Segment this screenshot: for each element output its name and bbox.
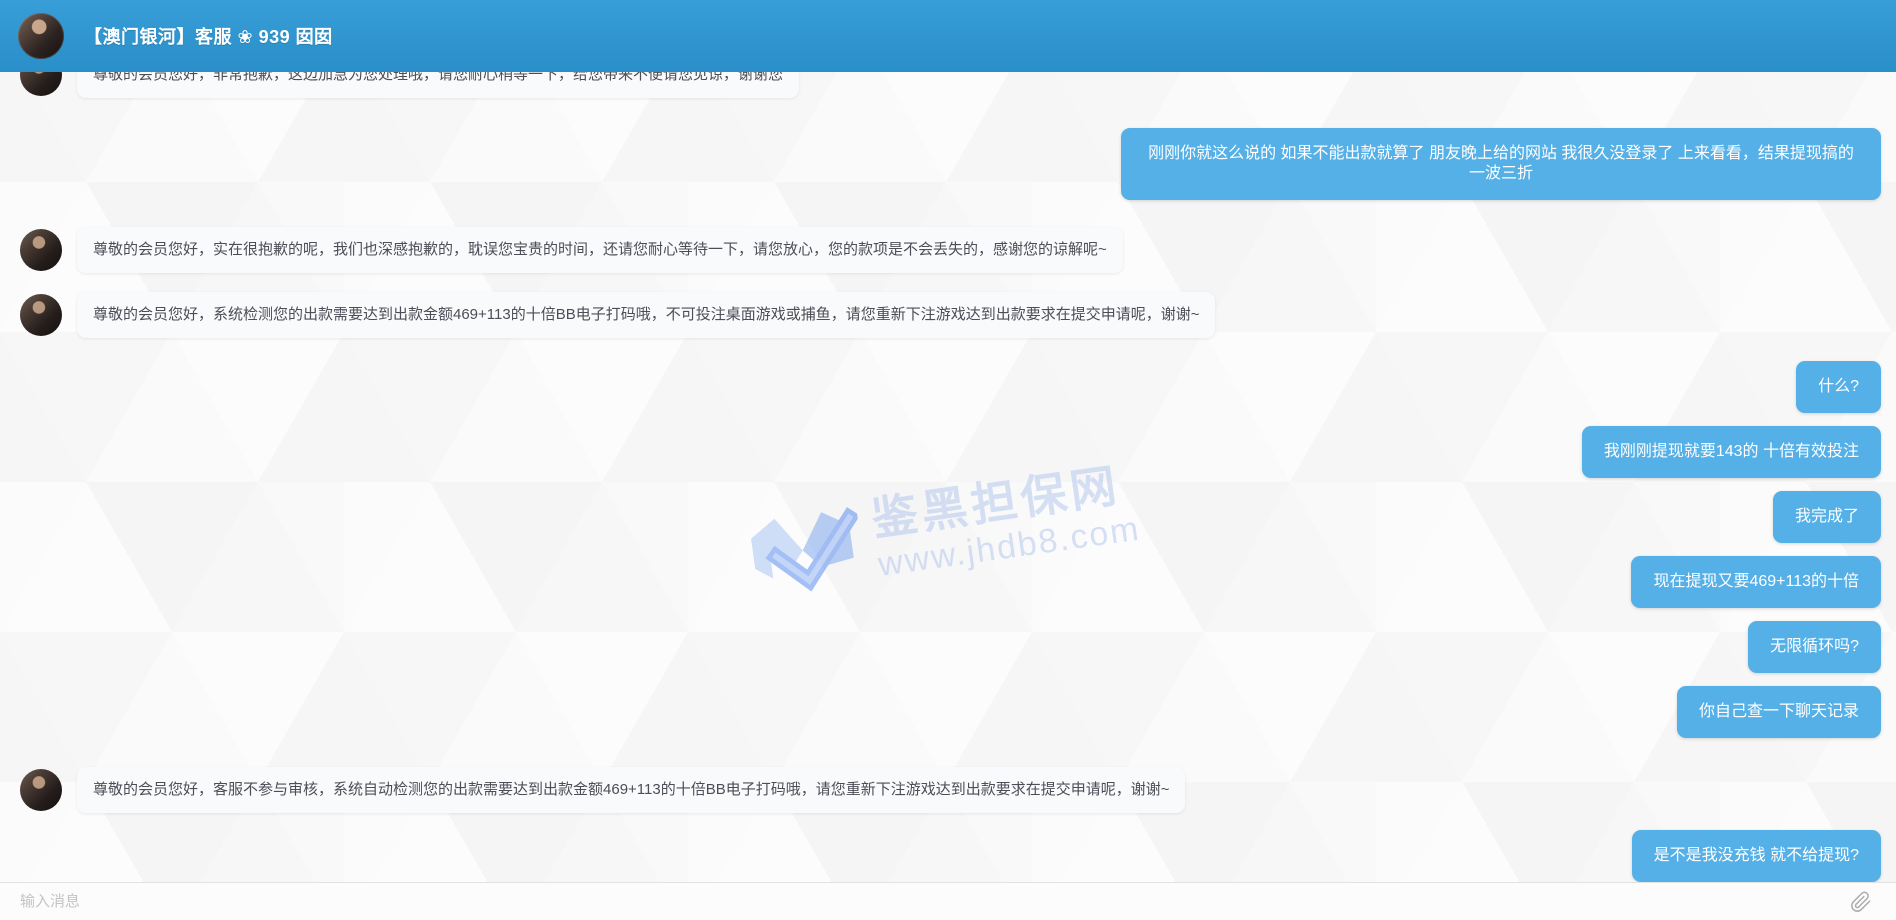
agent-message-row: 尊敬的会员您好，实在很抱歉的呢，我们也深感抱歉的，耽误您宝贵的时间，还请您耐心等…	[0, 227, 1896, 273]
user-message-bubble: 我刚刚提现就要143的 十倍有效投注	[1582, 426, 1881, 478]
user-message-row: 我刚刚提现就要143的 十倍有效投注	[0, 426, 1896, 478]
user-message-row: 现在提现又要469+113的十倍	[0, 556, 1896, 608]
agent-message-row: 尊敬的会员您好，非常抱歉，这边加急为您处理哦，请您耐心稍等一下，给您带来不便请您…	[0, 72, 1896, 98]
chat-header: 【澳门银河】客服 ❀ 939 囡囡	[0, 0, 1896, 72]
user-message-bubble: 是不是我没充钱 就不给提现?	[1632, 830, 1881, 882]
user-message-bubble: 什么?	[1796, 361, 1881, 413]
user-message-row: 什么?	[0, 361, 1896, 413]
user-message-row: 刚刚你就这么说的 如果不能出款就算了 朋友晚上给的网站 我很久没登录了 上来看看…	[0, 128, 1896, 200]
agent-message-avatar	[20, 229, 62, 271]
message-input[interactable]	[0, 883, 1850, 920]
agent-message-row: 尊敬的会员您好，客服不参与审核，系统自动检测您的出款需要达到出款金额469+11…	[0, 767, 1896, 813]
agent-message-row: 尊敬的会员您好，系统检测您的出款需要达到出款金额469+113的十倍BB电子打码…	[0, 292, 1896, 338]
agent-message-bubble: 尊敬的会员您好，非常抱歉，这边加急为您处理哦，请您耐心稍等一下，给您带来不便请您…	[77, 72, 799, 98]
composer-bar	[0, 882, 1896, 920]
agent-message-avatar	[20, 769, 62, 811]
paperclip-icon[interactable]	[1850, 891, 1872, 913]
user-message-bubble: 无限循环吗?	[1748, 621, 1881, 673]
agent-message-bubble: 尊敬的会员您好，系统检测您的出款需要达到出款金额469+113的十倍BB电子打码…	[77, 292, 1215, 338]
agent-avatar	[18, 13, 64, 59]
user-message-row: 你自己查一下聊天记录	[0, 686, 1896, 738]
user-message-bubble: 刚刚你就这么说的 如果不能出款就算了 朋友晚上给的网站 我很久没登录了 上来看看…	[1121, 128, 1881, 200]
agent-message-bubble: 尊敬的会员您好，客服不参与审核，系统自动检测您的出款需要达到出款金额469+11…	[77, 767, 1185, 813]
chat-title: 【澳门银河】客服 ❀ 939 囡囡	[84, 23, 333, 49]
chat-app-window: 【澳门银河】客服 ❀ 939 囡囡	[0, 0, 1896, 920]
user-message-row: 是不是我没充钱 就不给提现?	[0, 830, 1896, 882]
agent-message-avatar	[20, 72, 62, 96]
user-message-row: 我完成了	[0, 491, 1896, 543]
user-message-row: 无限循环吗?	[0, 621, 1896, 673]
chat-scroll-area[interactable]: 鉴黑担保网 www.jhdb8.com 尊敬的会员您好，非常抱歉，这边加急为您处…	[0, 72, 1896, 882]
message-list: 尊敬的会员您好，非常抱歉，这边加急为您处理哦，请您耐心稍等一下，给您带来不便请您…	[0, 72, 1896, 882]
agent-message-avatar	[20, 294, 62, 336]
agent-message-bubble: 尊敬的会员您好，实在很抱歉的呢，我们也深感抱歉的，耽误您宝贵的时间，还请您耐心等…	[77, 227, 1123, 273]
user-message-bubble: 我完成了	[1773, 491, 1881, 543]
user-message-bubble: 现在提现又要469+113的十倍	[1631, 556, 1881, 608]
user-message-bubble: 你自己查一下聊天记录	[1677, 686, 1881, 738]
